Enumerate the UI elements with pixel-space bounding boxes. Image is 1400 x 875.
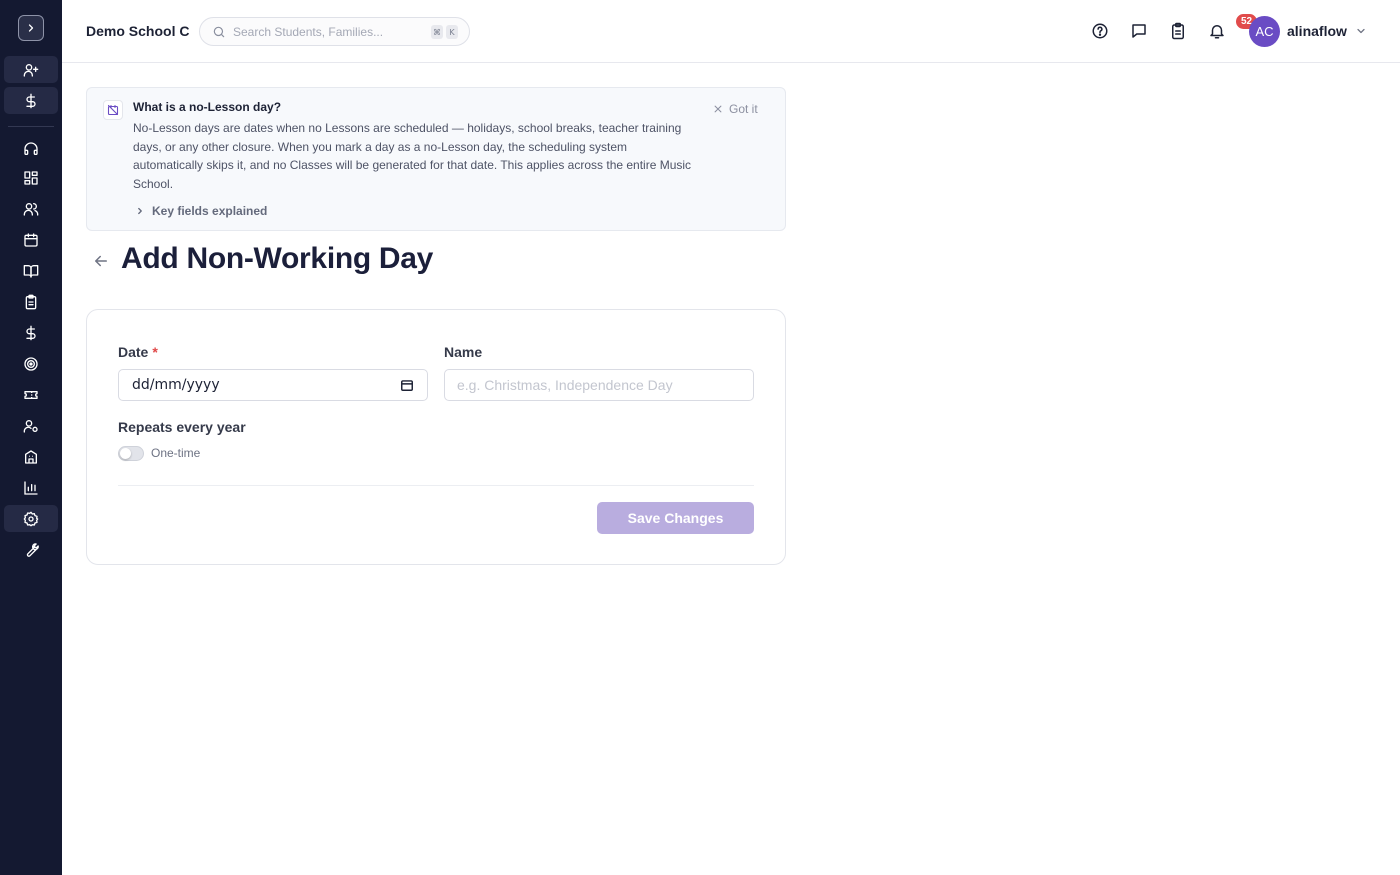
page-title: Add Non-Working Day (121, 242, 434, 275)
sidebar-item-tools[interactable] (4, 536, 58, 563)
required-mark: * (152, 344, 158, 360)
date-value: dd/mm/yyyy (132, 377, 220, 393)
name-label: Name (444, 344, 483, 360)
dollar-icon (26, 325, 36, 340)
dashboard-icon (24, 170, 38, 185)
sidebar-item-tickets[interactable] (4, 381, 58, 408)
name-input[interactable] (457, 376, 737, 394)
toggle-knob (120, 448, 131, 459)
save-changes-button[interactable]: Save Changes (597, 502, 754, 534)
shortcut-key-k: K (446, 25, 458, 39)
name-field-wrapper (444, 369, 754, 401)
date-field[interactable]: dd/mm/yyyy (118, 369, 428, 401)
dollar-icon (26, 93, 36, 108)
sidebar-item-finance[interactable] (4, 319, 58, 346)
close-icon (714, 105, 722, 113)
sidebar-item-reports[interactable] (4, 474, 58, 501)
key-fields-label: Key fields explained (152, 204, 268, 218)
sidebar-item-billing-quick[interactable] (4, 87, 58, 114)
calendar-off-icon (103, 100, 123, 120)
sidebar (0, 0, 62, 875)
repeat-state-text: One-time (151, 446, 201, 460)
clipboard-icon (1172, 22, 1184, 40)
top-header: Demo School C ⌘ K 52 AC alinaflow (62, 0, 1400, 63)
search-box[interactable]: ⌘ K (199, 17, 470, 46)
help-circle-icon (1092, 23, 1108, 39)
school-name[interactable]: Demo School C (86, 23, 189, 39)
sidebar-item-calendar[interactable] (4, 226, 58, 253)
search-input[interactable] (233, 23, 423, 41)
info-description: No-Lesson days are dates when no Lessons… (133, 121, 692, 191)
user-settings-icon (23, 419, 38, 433)
user-avatar[interactable]: AC (1249, 16, 1280, 47)
bell-icon (1210, 25, 1224, 39)
chevron-down-icon[interactable] (1355, 25, 1367, 37)
help-button[interactable] (1088, 19, 1112, 43)
sidebar-divider (8, 126, 54, 127)
sidebar-item-people[interactable] (4, 195, 58, 222)
repeat-yearly-toggle[interactable] (118, 446, 144, 461)
headset-icon (24, 141, 38, 155)
sidebar-item-locations[interactable] (4, 443, 58, 470)
sidebar-item-settings[interactable] (4, 505, 58, 532)
non-working-day-form: Date* dd/mm/yyyy Name Repeats every year… (86, 309, 786, 565)
calendar-icon (24, 232, 38, 247)
dismiss-label: Got it (729, 102, 758, 116)
sidebar-item-goals[interactable] (4, 350, 58, 377)
sidebar-item-tasks[interactable] (4, 288, 58, 315)
book-icon (23, 264, 39, 278)
sidebar-item-library[interactable] (4, 257, 58, 284)
search-icon (213, 26, 225, 38)
date-label: Date * (118, 344, 158, 360)
gear-icon (23, 511, 39, 526)
user-name[interactable]: alinaflow (1287, 23, 1347, 39)
repeat-label: Repeats every year (118, 419, 246, 435)
bar-chart-icon (24, 480, 38, 495)
user-plus-icon (23, 63, 39, 77)
info-title: What is a no-Lesson day? (133, 100, 282, 114)
tasks-button[interactable] (1166, 19, 1190, 43)
calendar-icon[interactable] (400, 378, 414, 392)
key-fields-toggle[interactable]: Key fields explained (135, 204, 267, 218)
shortcut-key-cmd: ⌘ (431, 25, 443, 39)
wrench-icon (26, 542, 39, 557)
info-banner: What is a no-Lesson day? No-Lesson days … (86, 87, 786, 231)
dismiss-banner-button[interactable]: Got it (713, 102, 758, 116)
chevron-right-icon (138, 207, 142, 215)
building-icon (25, 449, 37, 464)
sidebar-item-dashboard[interactable] (4, 164, 58, 191)
sidebar-item-add-user[interactable] (4, 56, 58, 83)
sidebar-item-staff-settings[interactable] (4, 412, 58, 439)
chevron-right-icon (28, 24, 34, 32)
back-arrow-icon[interactable] (92, 252, 110, 270)
messages-button[interactable] (1127, 19, 1151, 43)
sidebar-item-support[interactable] (4, 135, 58, 162)
chat-icon (1132, 24, 1146, 38)
sidebar-expand-button[interactable] (18, 15, 44, 41)
notifications-button[interactable] (1205, 19, 1229, 43)
target-icon (24, 356, 38, 371)
users-icon (23, 202, 39, 216)
ticket-icon (24, 390, 38, 399)
date-label-text: Date (118, 344, 149, 360)
form-divider (118, 485, 754, 486)
clipboard-icon (25, 294, 37, 309)
